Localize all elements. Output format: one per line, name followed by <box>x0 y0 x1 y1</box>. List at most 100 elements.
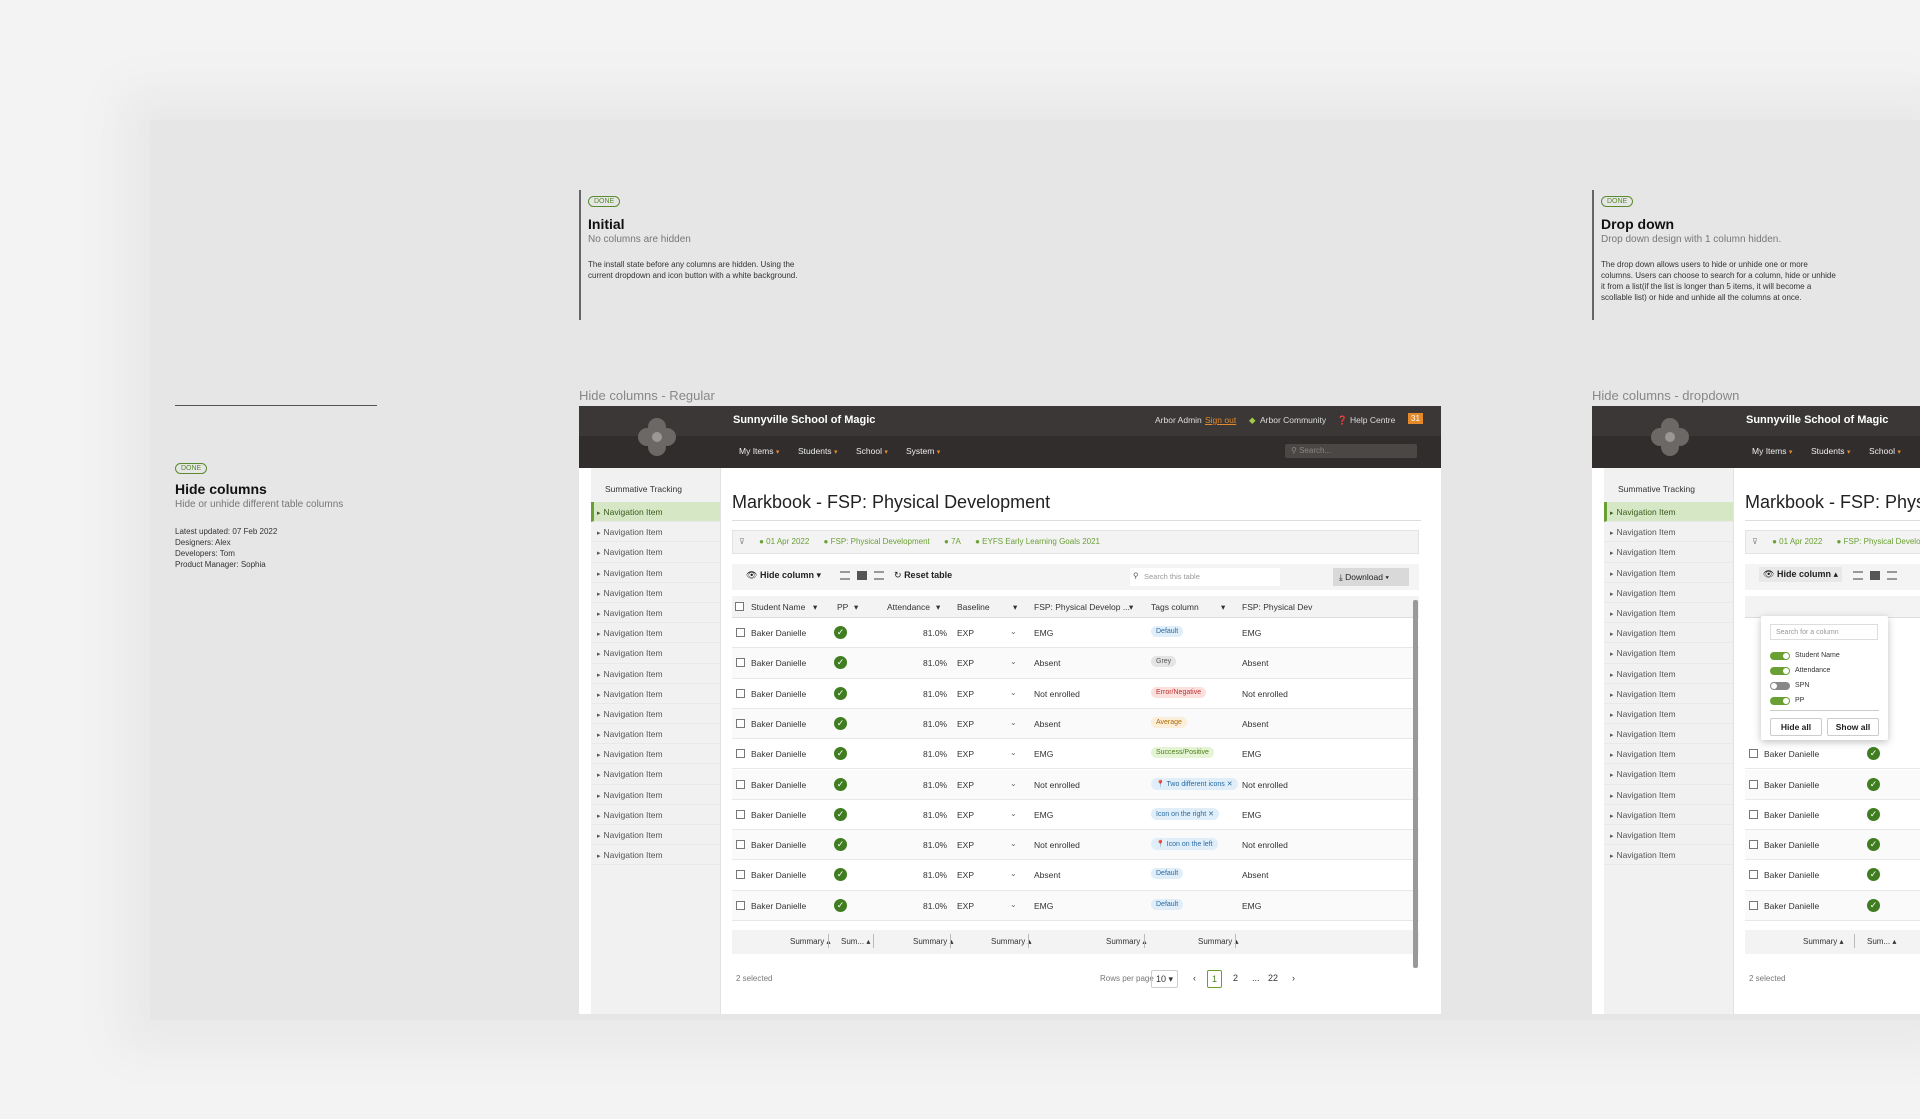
hide-column-button[interactable]: 👁 Hide column ▴ <box>1759 567 1843 582</box>
student-name[interactable]: Baker Danielle <box>751 628 806 638</box>
sidebar-item[interactable]: Navigation Item <box>591 643 720 664</box>
sidebar-item[interactable]: Navigation Item <box>1604 704 1733 725</box>
filter-subject[interactable]: ● FSP: Physical Development <box>824 537 930 546</box>
list-view-icon[interactable] <box>1853 571 1863 580</box>
student-name[interactable]: Baker Danielle <box>751 810 806 820</box>
student-name[interactable]: Baker Danielle <box>751 870 806 880</box>
menu-school[interactable]: School ▾ <box>1869 446 1901 456</box>
col-pp[interactable]: PP <box>837 602 848 612</box>
sidebar-item[interactable]: Navigation Item <box>591 522 720 543</box>
table-search-input[interactable]: ⚲ Search this table <box>1130 568 1280 586</box>
table-row[interactable]: Baker Danielle ✓ 81.0% EXP ⌄ EMG Default EMG <box>732 618 1419 649</box>
sidebar-item[interactable]: Navigation Item <box>1604 684 1733 704</box>
table-row[interactable]: Baker Danielle ✓ <box>1745 739 1920 770</box>
sidebar-item[interactable]: Navigation Item <box>591 744 720 765</box>
sidebar-item[interactable]: Navigation Item <box>1604 845 1733 866</box>
chevron-down-icon[interactable]: ⌄ <box>1010 900 1017 909</box>
download-button[interactable]: ⤓ Download ▾ <box>1333 568 1409 586</box>
help-link[interactable]: Help Centre <box>1350 415 1395 425</box>
close-icon[interactable]: ✕ <box>1208 811 1214 818</box>
student-name[interactable]: Baker Danielle <box>751 658 806 668</box>
filter-class[interactable]: ● 7A <box>944 537 961 546</box>
table-row[interactable]: Baker Danielle ✓ 81.0% EXP ⌄ Absent Average Abs… <box>732 708 1419 740</box>
toggle-pp[interactable] <box>1770 697 1790 705</box>
close-icon[interactable]: ✕ <box>1227 781 1233 788</box>
list-view-icon[interactable] <box>840 571 850 580</box>
summary-dropdown[interactable]: Sum... ▴ <box>841 937 870 946</box>
filter-date[interactable]: ● 01 Apr 2022 <box>759 537 809 546</box>
sidebar-item[interactable]: Navigation Item <box>1604 724 1733 745</box>
compact-view-icon[interactable] <box>1870 571 1880 580</box>
reset-table-button[interactable]: ↻ Reset table <box>894 570 952 581</box>
table-row[interactable]: Baker Danielle ✓ 81.0% EXP ⌄ Not enrolled Erro… <box>732 679 1419 709</box>
table-row[interactable]: Baker Danielle ✓ 81.0% EXP ⌄ Not enrolled 📍 Ic… <box>732 830 1419 861</box>
sidebar-item[interactable]: Navigation Item <box>591 704 720 725</box>
chevron-down-icon[interactable]: ⌄ <box>1010 779 1017 788</box>
student-name[interactable]: Baker Danielle <box>1764 870 1819 880</box>
sidebar-item[interactable]: Navigation Item <box>591 764 720 785</box>
student-name[interactable]: Baker Danielle <box>1764 901 1819 911</box>
student-name[interactable]: Baker Danielle <box>1764 840 1819 850</box>
chevron-down-icon[interactable]: ⌄ <box>1010 748 1017 757</box>
row-checkbox[interactable] <box>1749 840 1758 850</box>
col-attendance[interactable]: Attendance <box>887 602 930 612</box>
rows-per-page-select[interactable]: 10 ▾ <box>1151 970 1179 988</box>
chevron-down-icon[interactable]: ⌄ <box>1010 688 1017 697</box>
sidebar-item[interactable]: Navigation Item <box>1604 583 1733 603</box>
page-2[interactable]: 2 <box>1233 973 1238 983</box>
row-checkbox[interactable] <box>736 628 745 637</box>
sidebar-item[interactable]: Navigation Item <box>1604 664 1733 684</box>
sort-icon[interactable]: ▾ <box>1129 602 1133 613</box>
summary-dropdown[interactable]: Summary ▴ <box>1803 937 1843 946</box>
sidebar-item[interactable]: Navigation Item <box>1604 744 1733 765</box>
prev-page-icon[interactable]: ‹ <box>1193 973 1196 983</box>
sidebar-item[interactable]: Navigation Item <box>591 724 720 745</box>
student-name[interactable]: Baker Danielle <box>751 749 806 759</box>
sidebar-item[interactable]: Navigation Item <box>1604 522 1733 543</box>
sidebar-item[interactable]: Navigation Item <box>591 684 720 704</box>
filter-subject[interactable]: ● FSP: Physical Development <box>1837 537 1920 546</box>
student-name[interactable]: Baker Danielle <box>1764 749 1819 759</box>
chevron-down-icon[interactable]: ⌄ <box>1010 657 1017 666</box>
row-checkbox[interactable] <box>1749 779 1758 789</box>
sign-out-link[interactable]: Sign out <box>1205 415 1236 425</box>
menu-students[interactable]: Students ▾ <box>1811 446 1850 456</box>
col-tags[interactable]: Tags column <box>1151 602 1199 612</box>
chevron-down-icon[interactable]: ⌄ <box>1010 869 1017 878</box>
summary-dropdown[interactable]: Summary ▴ <box>1198 937 1238 946</box>
student-name[interactable]: Baker Danielle <box>751 901 806 911</box>
sort-icon[interactable]: ▾ <box>813 602 817 613</box>
sidebar-item[interactable]: Navigation Item <box>1604 502 1733 523</box>
row-checkbox[interactable] <box>736 688 745 698</box>
sort-icon[interactable]: ▾ <box>936 602 940 613</box>
sidebar-item[interactable]: Navigation Item <box>591 603 720 624</box>
select-all-checkbox[interactable] <box>735 602 744 611</box>
filter-framework[interactable]: ● EYFS Early Learning Goals 2021 <box>975 537 1100 546</box>
table-row[interactable]: Baker Danielle ✓ 81.0% EXP ⌄ EMG Icon on the r… <box>732 800 1419 831</box>
sidebar-item[interactable]: Navigation Item <box>591 825 720 846</box>
summary-dropdown[interactable]: Summary ▴ <box>913 937 953 946</box>
summary-dropdown[interactable]: Summary ▴ <box>991 937 1031 946</box>
row-checkbox[interactable] <box>1749 809 1758 819</box>
sidebar-item[interactable]: Navigation Item <box>591 563 720 583</box>
hide-all-button[interactable]: Hide all <box>1770 718 1822 736</box>
sidebar-item[interactable]: Navigation Item <box>591 542 720 563</box>
sidebar-item[interactable]: Navigation Item <box>1604 805 1733 825</box>
row-checkbox[interactable] <box>736 749 745 759</box>
student-name[interactable]: Baker Danielle <box>751 689 806 699</box>
scrollbar[interactable] <box>1413 600 1418 968</box>
row-checkbox[interactable] <box>736 718 745 728</box>
sidebar-item[interactable]: Navigation Item <box>591 583 720 603</box>
sidebar-item[interactable]: Navigation Item <box>591 805 720 825</box>
sort-icon[interactable]: ▾ <box>854 602 858 613</box>
sidebar-item[interactable]: Navigation Item <box>591 623 720 644</box>
sidebar-item[interactable]: Navigation Item <box>591 664 720 684</box>
menu-system[interactable]: System ▾ <box>906 446 940 456</box>
student-name[interactable]: Baker Danielle <box>751 719 806 729</box>
table-row[interactable]: Baker Danielle ✓ <box>1745 830 1920 861</box>
filter-bar[interactable]: ⊽ ● 01 Apr 2022 ● FSP: Physical Developm… <box>732 530 1419 554</box>
grid-view-icon[interactable] <box>1887 571 1897 580</box>
menu-my-items[interactable]: My Items ▾ <box>1752 446 1792 456</box>
table-row[interactable]: Baker Danielle ✓ 81.0% EXP ⌄ Absent Grey Absent <box>732 648 1419 679</box>
sidebar-item[interactable]: Navigation Item <box>1604 643 1733 664</box>
